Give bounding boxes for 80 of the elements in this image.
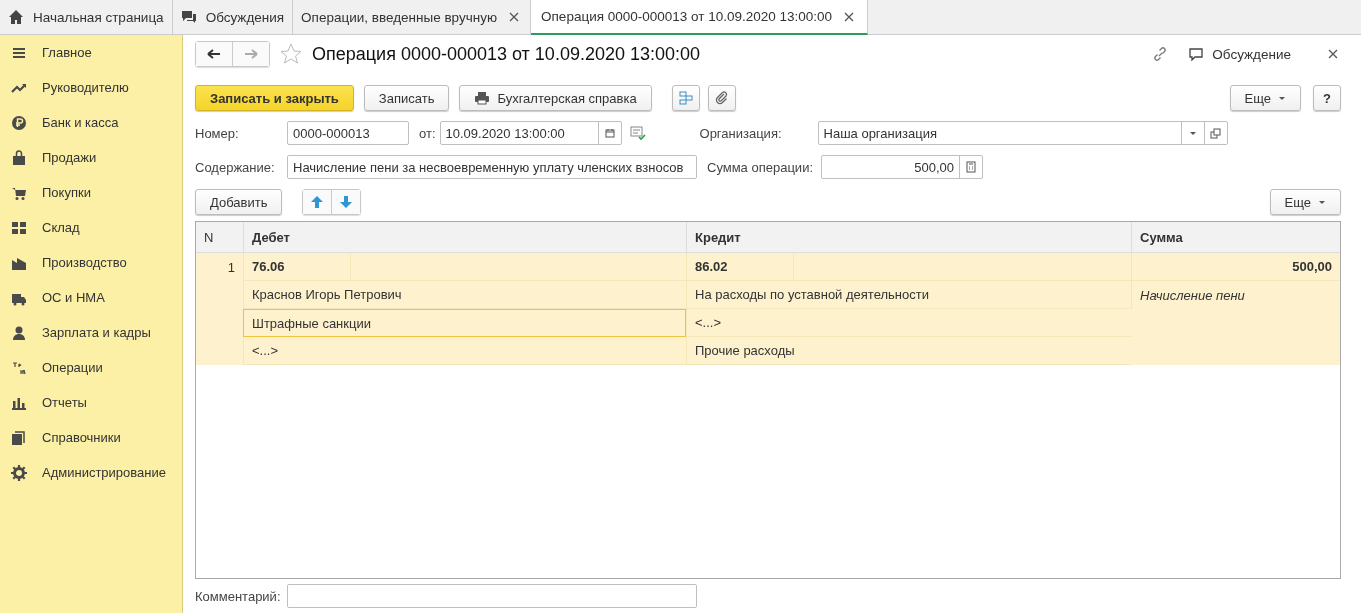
field-label: Организация: bbox=[699, 125, 783, 141]
printer-icon bbox=[474, 90, 491, 106]
sidebar-item[interactable]: Руководителю bbox=[0, 70, 182, 105]
ruble-icon bbox=[11, 114, 27, 131]
column-header[interactable]: Сумма bbox=[1131, 222, 1340, 253]
form-title: Операция 0000-000013 от 10.09.2020 13:00:00 bbox=[312, 43, 700, 65]
books-icon bbox=[11, 429, 27, 446]
sidebar-item[interactable]: Банк и касса bbox=[0, 105, 182, 140]
subconto-cell[interactable]: Краснов Игорь Петрович bbox=[243, 281, 686, 309]
structure-button[interactable] bbox=[671, 85, 700, 111]
subconto-cell[interactable]: Штрафные санкции bbox=[243, 309, 686, 337]
tab[interactable]: Обсуждения bbox=[172, 0, 294, 34]
attach-button[interactable] bbox=[707, 85, 736, 111]
move-down-button[interactable] bbox=[331, 190, 361, 214]
speech-bubbles-icon bbox=[180, 9, 197, 25]
hierarchy-icon bbox=[677, 90, 694, 106]
move-up-button[interactable] bbox=[303, 190, 332, 214]
speech-bubble-icon bbox=[1188, 46, 1205, 62]
discussion-link[interactable]: Обсуждение bbox=[1188, 46, 1291, 62]
row-number: 1 bbox=[196, 253, 243, 365]
subconto-cell[interactable]: Прочие расходы bbox=[686, 337, 1131, 365]
subconto-cell[interactable]: <...> bbox=[686, 309, 1131, 337]
sidebar-item[interactable]: Отчеты bbox=[0, 385, 182, 420]
tab[interactable]: Начальная страница bbox=[0, 0, 173, 34]
organization-field[interactable]: Наша организация bbox=[817, 121, 1228, 145]
document-check-icon bbox=[629, 125, 646, 141]
sidebar-item[interactable]: Покупки bbox=[0, 175, 182, 210]
field-label: Комментарий: bbox=[195, 588, 281, 604]
sidebar-item[interactable]: Администрирование bbox=[0, 455, 182, 490]
column-header[interactable]: N bbox=[196, 222, 243, 253]
toolbar-button[interactable]: Записать и закрыть bbox=[195, 85, 354, 111]
sidebar-item[interactable]: Главное bbox=[0, 35, 182, 70]
help-button[interactable]: ? bbox=[1313, 85, 1341, 111]
add-button[interactable]: Добавить bbox=[195, 189, 283, 215]
sidebar-item[interactable]: ОС и НМА bbox=[0, 280, 182, 315]
link-icon bbox=[1152, 46, 1169, 62]
toolbar-button[interactable]: Записать bbox=[363, 85, 450, 111]
arrow-right-icon bbox=[243, 46, 259, 62]
tab[interactable]: Операция 0000-000013 от 10.09.2020 13:00:00 bbox=[531, 0, 869, 35]
date-field[interactable]: 10.09.2020 13:00:00 bbox=[439, 121, 622, 145]
column-header[interactable]: Дебет bbox=[243, 222, 686, 253]
arrow-down-icon bbox=[339, 195, 354, 209]
column-header[interactable]: Кредит bbox=[686, 222, 1131, 253]
subconto-cell[interactable]: <...> bbox=[243, 337, 686, 365]
sidebar-item[interactable]: Справочники bbox=[0, 420, 182, 455]
subconto-cell[interactable]: На расходы по уставной деятельности bbox=[686, 281, 1131, 309]
description-cell[interactable]: Начисление пени bbox=[1131, 281, 1340, 309]
person-icon bbox=[11, 324, 27, 341]
arrow-left-icon bbox=[206, 46, 222, 62]
amount-cell[interactable]: 500,00 bbox=[1131, 253, 1340, 281]
sidebar-item[interactable]: Склад bbox=[0, 210, 182, 245]
sidebar-item[interactable]: Зарплата и кадры bbox=[0, 315, 182, 350]
arrow-up-icon bbox=[310, 195, 325, 209]
more-button[interactable]: Еще bbox=[1229, 85, 1301, 111]
settings-icon bbox=[11, 464, 27, 481]
star-icon bbox=[280, 43, 302, 65]
toolbar-button[interactable]: Бухгалтерская справка bbox=[459, 85, 652, 111]
calendar-icon bbox=[603, 127, 616, 139]
comment-field[interactable] bbox=[286, 584, 697, 608]
field-label: от: bbox=[419, 125, 436, 141]
caret-icon bbox=[1318, 199, 1326, 205]
open-icon bbox=[1210, 127, 1221, 139]
number-field[interactable]: 0000-000013 bbox=[287, 121, 409, 145]
home-icon bbox=[8, 9, 24, 25]
field-label: Содержание: bbox=[195, 159, 276, 175]
sidebar-item[interactable]: Операции bbox=[0, 350, 182, 385]
field-label: Сумма операции: bbox=[707, 159, 813, 175]
more-button[interactable]: Еще bbox=[1269, 189, 1341, 215]
content-field[interactable]: Начисление пени за несвоевременную уплату членских взносов bbox=[287, 155, 697, 179]
back-button[interactable] bbox=[196, 42, 232, 66]
bag-icon bbox=[11, 149, 27, 166]
caret-icon bbox=[1188, 130, 1197, 136]
caret-icon bbox=[1278, 95, 1286, 101]
amount-field[interactable]: 500,00 bbox=[821, 155, 983, 179]
grid-icon bbox=[11, 219, 27, 236]
calculator-icon bbox=[965, 161, 977, 173]
paperclip-icon bbox=[713, 90, 730, 106]
sidebar-item[interactable]: Производство bbox=[0, 245, 182, 280]
field-label: Номер: bbox=[195, 125, 240, 141]
sidebar-item[interactable]: Продажи bbox=[0, 140, 182, 175]
